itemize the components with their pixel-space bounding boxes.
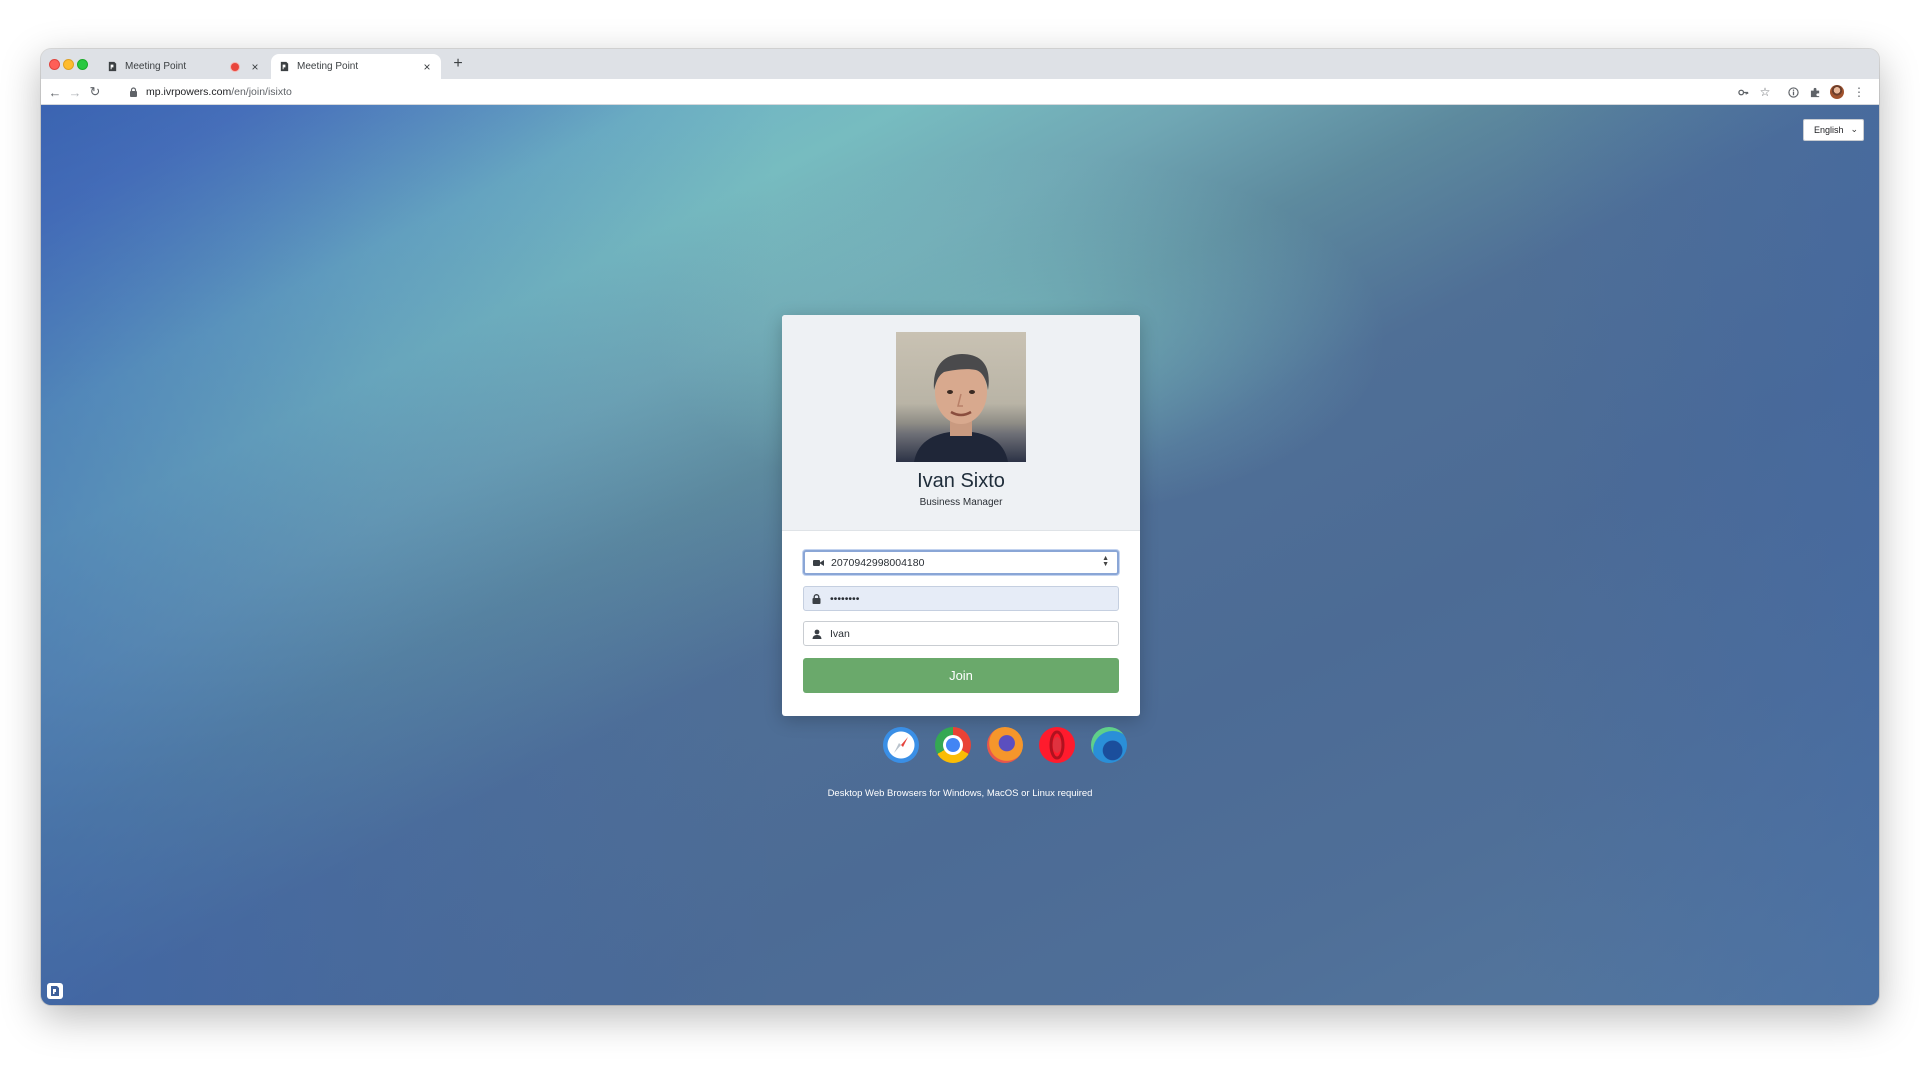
opera-icon — [1039, 727, 1075, 763]
info-extension-icon[interactable] — [1783, 82, 1803, 102]
new-tab-button[interactable]: + — [448, 55, 468, 73]
close-tab-icon[interactable]: × — [249, 60, 261, 74]
lock-icon — [812, 593, 824, 605]
language-select[interactable]: English ⌄ — [1803, 119, 1864, 141]
profile-avatar-icon[interactable] — [1827, 82, 1847, 102]
meeting-point-favicon-icon — [279, 61, 290, 72]
meeting-point-logo-icon — [47, 983, 63, 999]
select-stepper-icon: ▲ ▼ — [1102, 555, 1109, 568]
lock-icon — [129, 87, 139, 97]
profile-photo — [896, 332, 1026, 462]
back-arrow-icon[interactable]: ← — [45, 82, 65, 102]
recording-indicator-icon — [231, 62, 239, 71]
tab-title: Meeting Point — [297, 61, 359, 72]
forward-arrow-icon[interactable]: → — [65, 82, 85, 102]
password-value: •••••••• — [830, 592, 860, 605]
language-select-value: English — [1814, 125, 1844, 135]
page-viewport: English ⌄ Ivan Sixto Business Manager 20… — [41, 105, 1879, 1005]
key-icon[interactable] — [1733, 82, 1753, 102]
browser-window: Meeting Point × Meeting Point × + ← → ↻ … — [41, 49, 1879, 1005]
firefox-icon — [987, 727, 1023, 763]
edge-icon — [1091, 727, 1127, 763]
menu-kebab-icon[interactable]: ⋮ — [1849, 82, 1869, 102]
supported-browsers — [883, 727, 1127, 763]
video-camera-icon — [813, 557, 825, 569]
tab-meeting-point-2[interactable]: Meeting Point × — [271, 54, 441, 79]
user-icon — [812, 628, 824, 640]
safari-icon — [883, 727, 919, 763]
display-name-field[interactable]: Ivan — [803, 621, 1119, 646]
browser-toolbar: ← → ↻ mp.ivrpowers.com /en/join/isixto ☆… — [41, 79, 1879, 105]
tab-meeting-point-1[interactable]: Meeting Point × — [99, 54, 269, 79]
bookmark-star-icon[interactable]: ☆ — [1755, 82, 1775, 102]
display-name-value: Ivan — [830, 627, 850, 640]
url-host: mp.ivrpowers.com — [146, 86, 232, 98]
join-button[interactable]: Join — [803, 658, 1119, 693]
tab-strip: Meeting Point × Meeting Point × + — [41, 49, 1879, 79]
minimize-window-button[interactable] — [63, 59, 74, 70]
extensions-puzzle-icon[interactable] — [1805, 82, 1825, 102]
close-window-button[interactable] — [49, 59, 60, 70]
password-field[interactable]: •••••••• — [803, 586, 1119, 611]
profile-name: Ivan Sixto — [917, 470, 1005, 492]
meeting-id-value: 2070942998004180 — [831, 556, 925, 569]
profile-title: Business Manager — [919, 497, 1003, 508]
maximize-window-button[interactable] — [77, 59, 88, 70]
chevron-down-icon: ⌄ — [1850, 124, 1858, 134]
meeting-id-field[interactable]: 2070942998004180 ▲ ▼ — [803, 550, 1119, 575]
join-card: Ivan Sixto Business Manager 207094299800… — [782, 315, 1140, 716]
close-tab-icon[interactable]: × — [421, 60, 433, 74]
meeting-point-favicon-icon — [107, 61, 118, 72]
chrome-icon — [935, 727, 971, 763]
address-bar[interactable]: mp.ivrpowers.com /en/join/isixto — [127, 82, 1327, 102]
profile-header: Ivan Sixto Business Manager — [782, 315, 1140, 531]
browsers-requirement-note: Desktop Web Browsers for Windows, MacOS … — [827, 788, 1093, 799]
tab-title: Meeting Point — [125, 61, 187, 72]
reload-icon[interactable]: ↻ — [85, 82, 105, 102]
url-path: /en/join/isixto — [231, 86, 292, 98]
